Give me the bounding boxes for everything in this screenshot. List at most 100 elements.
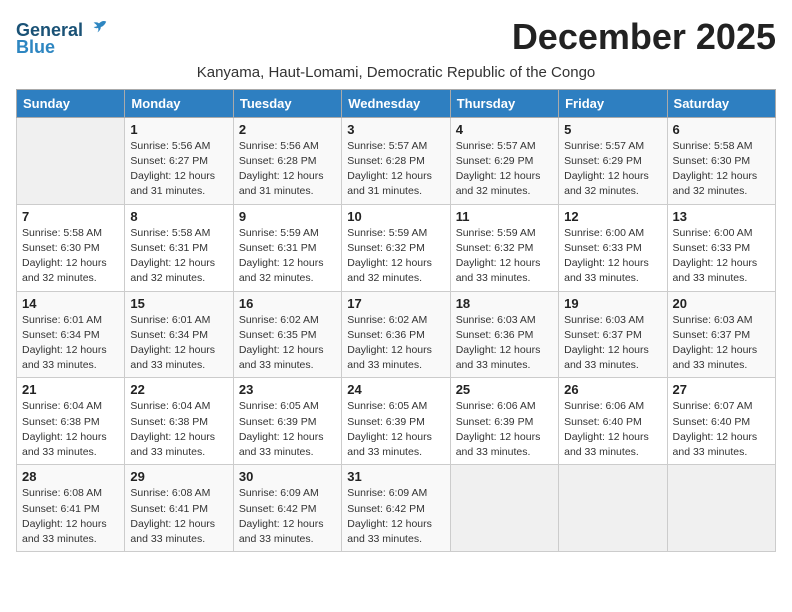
day-info: Sunrise: 6:02 AM Sunset: 6:36 PM Dayligh… [347,313,444,374]
day-number: 19 [564,296,661,311]
calendar-cell: 30Sunrise: 6:09 AM Sunset: 6:42 PM Dayli… [233,465,341,552]
header-day-monday: Monday [125,89,233,117]
day-number: 31 [347,469,444,484]
calendar-header-row: SundayMondayTuesdayWednesdayThursdayFrid… [17,89,776,117]
calendar-cell: 19Sunrise: 6:03 AM Sunset: 6:37 PM Dayli… [559,291,667,378]
calendar-cell: 17 Sunrise: 6:02 AM Sunset: 6:36 PM Dayli… [342,291,450,378]
day-number: 3 [347,122,444,137]
day-info: Sunrise: 6:06 AM Sunset: 6:40 PM Dayligh… [564,399,661,460]
day-info: Sunrise: 6:01 AM Sunset: 6:34 PM Dayligh… [130,313,227,374]
day-number: 2 [239,122,336,137]
day-info: Sunrise: 6:08 AM Sunset: 6:41 PM Dayligh… [130,486,227,547]
day-info: Sunrise: 5:56 AM Sunset: 6:28 PM Dayligh… [239,139,336,200]
day-number: 17 [347,296,444,311]
week-row-2: 7 Sunrise: 5:58 AM Sunset: 6:30 PM Daylig… [17,204,776,291]
calendar-cell: 21 Sunrise: 6:04 AM Sunset: 6:38 PM Dayli… [17,378,125,465]
calendar-cell [17,117,125,204]
week-row-4: 21 Sunrise: 6:04 AM Sunset: 6:38 PM Dayli… [17,378,776,465]
calendar-cell: 22Sunrise: 6:04 AM Sunset: 6:38 PM Dayli… [125,378,233,465]
day-info: Sunrise: 5:59 AM Sunset: 6:32 PM Dayligh… [347,226,444,287]
calendar-cell: 6 Sunrise: 5:58 AM Sunset: 6:30 PM Daylig… [667,117,775,204]
day-info: Sunrise: 6:01 AM Sunset: 6:34 PM Dayligh… [22,313,119,374]
header-day-wednesday: Wednesday [342,89,450,117]
day-info: Sunrise: 6:09 AM Sunset: 6:42 PM Dayligh… [347,486,444,547]
calendar-cell: 1Sunrise: 5:56 AM Sunset: 6:27 PM Daylig… [125,117,233,204]
day-number: 28 [22,469,119,484]
day-number: 6 [673,122,770,137]
day-number: 5 [564,122,661,137]
header-day-thursday: Thursday [450,89,558,117]
day-number: 26 [564,382,661,397]
day-number: 15 [130,296,227,311]
calendar-cell [667,465,775,552]
day-info: Sunrise: 5:57 AM Sunset: 6:28 PM Dayligh… [347,139,444,200]
day-info: Sunrise: 5:57 AM Sunset: 6:29 PM Dayligh… [456,139,553,200]
week-row-5: 28 Sunrise: 6:08 AM Sunset: 6:41 PM Dayli… [17,465,776,552]
day-number: 16 [239,296,336,311]
calendar-cell: 29Sunrise: 6:08 AM Sunset: 6:41 PM Dayli… [125,465,233,552]
subtitle: Kanyama, Haut-Lomami, Democratic Republi… [16,64,776,81]
day-number: 8 [130,209,227,224]
day-info: Sunrise: 5:59 AM Sunset: 6:32 PM Dayligh… [456,226,553,287]
day-info: Sunrise: 6:05 AM Sunset: 6:39 PM Dayligh… [239,399,336,460]
calendar-cell: 26 Sunrise: 6:06 AM Sunset: 6:40 PM Dayli… [559,378,667,465]
day-info: Sunrise: 5:57 AM Sunset: 6:29 PM Dayligh… [564,139,661,200]
header-day-friday: Friday [559,89,667,117]
day-info: Sunrise: 6:04 AM Sunset: 6:38 PM Dayligh… [130,399,227,460]
day-number: 12 [564,209,661,224]
day-info: Sunrise: 6:00 AM Sunset: 6:33 PM Dayligh… [673,226,770,287]
day-number: 18 [456,296,553,311]
calendar-cell: 27Sunrise: 6:07 AM Sunset: 6:40 PM Dayli… [667,378,775,465]
day-info: Sunrise: 5:58 AM Sunset: 6:31 PM Dayligh… [130,226,227,287]
day-info: Sunrise: 6:03 AM Sunset: 6:36 PM Dayligh… [456,313,553,374]
calendar-cell: 23 Sunrise: 6:05 AM Sunset: 6:39 PM Dayli… [233,378,341,465]
calendar-cell [559,465,667,552]
calendar-cell: 20 Sunrise: 6:03 AM Sunset: 6:37 PM Dayli… [667,291,775,378]
day-number: 25 [456,382,553,397]
logo: General Blue [16,16,108,58]
header-day-saturday: Saturday [667,89,775,117]
calendar-cell: 13 Sunrise: 6:00 AM Sunset: 6:33 PM Dayli… [667,204,775,291]
day-number: 9 [239,209,336,224]
calendar-cell: 12Sunrise: 6:00 AM Sunset: 6:33 PM Dayli… [559,204,667,291]
calendar-cell: 8 Sunrise: 5:58 AM Sunset: 6:31 PM Daylig… [125,204,233,291]
day-number: 20 [673,296,770,311]
day-info: Sunrise: 6:03 AM Sunset: 6:37 PM Dayligh… [673,313,770,374]
day-number: 13 [673,209,770,224]
calendar-cell: 28Sunrise: 6:08 AM Sunset: 6:41 PM Dayli… [17,465,125,552]
day-number: 24 [347,382,444,397]
header-day-tuesday: Tuesday [233,89,341,117]
day-number: 21 [22,382,119,397]
day-info: Sunrise: 5:58 AM Sunset: 6:30 PM Dayligh… [673,139,770,200]
top-row: General Blue December 2025 [16,16,776,62]
day-number: 7 [22,209,119,224]
day-number: 27 [673,382,770,397]
calendar-cell: 9 Sunrise: 5:59 AM Sunset: 6:31 PM Daylig… [233,204,341,291]
day-number: 4 [456,122,553,137]
calendar-cell: 7 Sunrise: 5:58 AM Sunset: 6:30 PM Daylig… [17,204,125,291]
day-info: Sunrise: 5:58 AM Sunset: 6:30 PM Dayligh… [22,226,119,287]
day-info: Sunrise: 5:59 AM Sunset: 6:31 PM Dayligh… [239,226,336,287]
day-info: Sunrise: 6:09 AM Sunset: 6:42 PM Dayligh… [239,486,336,547]
week-row-3: 14Sunrise: 6:01 AM Sunset: 6:34 PM Dayli… [17,291,776,378]
calendar-cell: 15 Sunrise: 6:01 AM Sunset: 6:34 PM Dayli… [125,291,233,378]
day-number: 23 [239,382,336,397]
day-info: Sunrise: 6:04 AM Sunset: 6:38 PM Dayligh… [22,399,119,460]
calendar-cell: 5 Sunrise: 5:57 AM Sunset: 6:29 PM Daylig… [559,117,667,204]
calendar-cell: 25 Sunrise: 6:06 AM Sunset: 6:39 PM Dayli… [450,378,558,465]
day-number: 1 [130,122,227,137]
day-info: Sunrise: 6:06 AM Sunset: 6:39 PM Dayligh… [456,399,553,460]
day-info: Sunrise: 6:05 AM Sunset: 6:39 PM Dayligh… [347,399,444,460]
calendar-cell: 14Sunrise: 6:01 AM Sunset: 6:34 PM Dayli… [17,291,125,378]
calendar-cell: 18 Sunrise: 6:03 AM Sunset: 6:36 PM Dayli… [450,291,558,378]
calendar-cell: 11 Sunrise: 5:59 AM Sunset: 6:32 PM Dayli… [450,204,558,291]
calendar-cell: 4 Sunrise: 5:57 AM Sunset: 6:29 PM Daylig… [450,117,558,204]
calendar-cell: 31 Sunrise: 6:09 AM Sunset: 6:42 PM Dayli… [342,465,450,552]
calendar-table: SundayMondayTuesdayWednesdayThursdayFrid… [16,89,776,552]
day-number: 11 [456,209,553,224]
calendar-cell [450,465,558,552]
week-row-1: 1Sunrise: 5:56 AM Sunset: 6:27 PM Daylig… [17,117,776,204]
calendar-cell: 16Sunrise: 6:02 AM Sunset: 6:35 PM Dayli… [233,291,341,378]
header-day-sunday: Sunday [17,89,125,117]
title-section: December 2025 [512,16,776,58]
